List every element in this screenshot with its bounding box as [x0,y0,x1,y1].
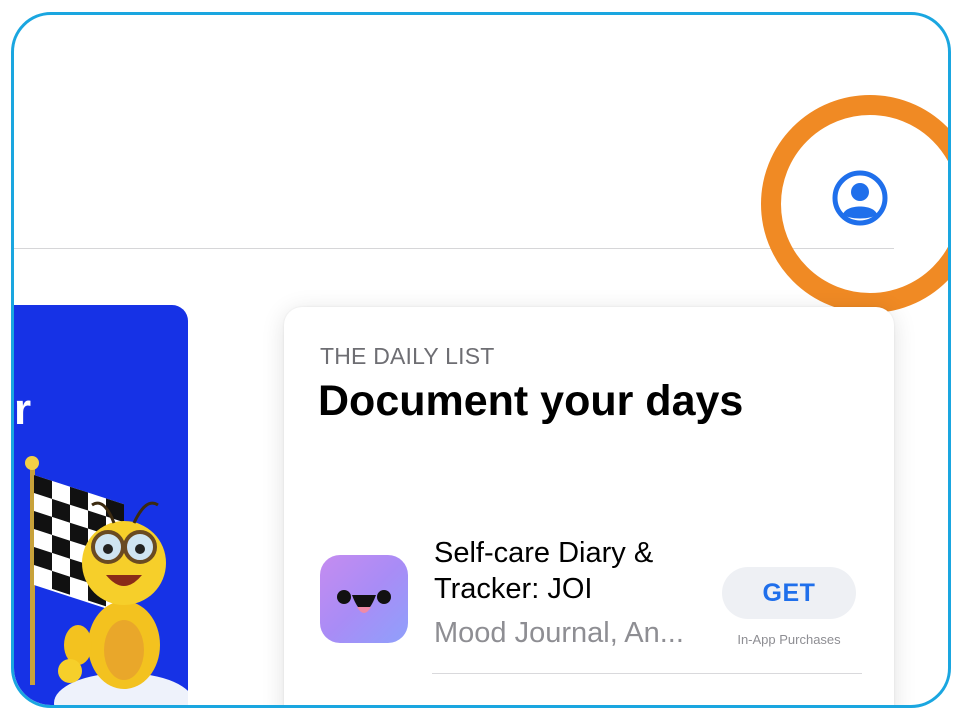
app-name[interactable]: Self-care Diary & Tracker: JOI [434,535,714,607]
card-kicker: THE DAILY LIST [320,343,495,369]
kart-character-illustration [25,456,188,705]
promo-title-fragment: r [14,385,32,434]
get-button[interactable]: GET [722,567,856,619]
featured-promo-card[interactable]: r [14,305,188,705]
person-circle-icon [832,170,888,226]
app-list-item[interactable]: Self-care Diary & Tracker: JOI Mood Jour… [320,535,860,665]
account-button[interactable] [830,168,890,228]
in-app-purchases-note: In-App Purchases [737,632,841,647]
app-icon [320,555,408,643]
joi-face-icon [337,590,391,613]
daily-list-card[interactable]: THE DAILY LIST Document your days Self-c… [284,307,894,705]
app-store-window: r THE DAILY LIST Document your days Self… [11,12,951,708]
card-title: Document your days [318,377,744,425]
header-divider [14,248,894,249]
app-subtitle: Mood Journal, An... [434,617,684,649]
row-divider [432,673,862,674]
